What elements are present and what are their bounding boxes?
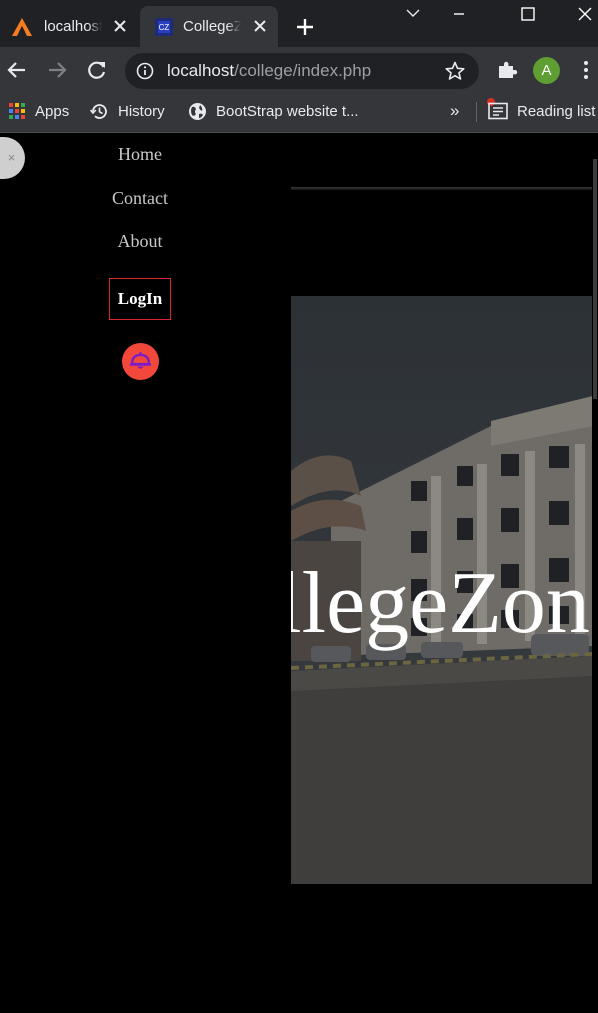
tab-search-icon[interactable] [390,0,436,30]
tab-title: CollegeZone [183,18,241,35]
browser-toolbar: localhost/college/index.php A [0,47,598,94]
bell-icon [130,352,151,369]
hero-banner: CollegeZone [291,296,593,884]
cz-icon: CZ [155,18,173,36]
bookmarks-overflow-button[interactable]: » [450,94,459,128]
close-icon[interactable] [112,18,128,34]
bookmark-star-icon[interactable] [445,61,465,81]
address-bar[interactable]: localhost/college/index.php [125,53,479,89]
url-host: localhost [167,61,235,80]
nav-link-about[interactable]: About [0,231,280,252]
tab-title: localhost [44,18,102,35]
tab-strip: localhost CZ CollegeZone [0,0,598,47]
tab-collegezone[interactable]: CZ CollegeZone [140,6,278,47]
profile-avatar[interactable]: A [533,57,560,84]
bookmark-bootstrap[interactable]: BootStrap website t... [188,94,359,128]
url-path: /college/index.php [234,61,372,80]
bookmarks-divider [476,102,477,122]
navbar-underline [291,187,593,190]
bookmark-label: History [118,102,165,120]
new-tab-icon[interactable] [295,17,315,37]
bookmarks-bar: Apps History BootStrap website t... » Re… [0,94,598,133]
xampp-icon [12,18,32,36]
nav-link-home[interactable]: Home [0,144,280,165]
login-button[interactable]: LogIn [109,278,171,320]
minimize-icon[interactable] [436,0,482,30]
side-navigation: × Home Contact About LogIn [0,134,291,1013]
more-vert-icon[interactable] [578,59,594,81]
url-text[interactable]: localhost/college/index.php [167,61,371,81]
history-icon [90,103,107,119]
bookmark-history[interactable]: History [90,94,165,128]
reading-list-icon [488,102,508,120]
notification-bell-button[interactable] [122,343,159,380]
bookmark-label: Apps [35,102,70,120]
reading-list-label: Reading list [517,102,596,120]
scrollbar-thumb[interactable] [593,159,597,399]
bookmark-label: BootStrap website t... [216,102,359,120]
apps-grid-icon [9,103,25,119]
bookmark-apps[interactable]: Apps [8,94,69,128]
extensions-puzzle-icon[interactable] [496,59,518,81]
window-close-icon[interactable] [562,0,598,30]
page-viewport: CollegeZone × Home Contact About LogIn [0,134,598,1013]
maximize-icon[interactable] [505,0,551,30]
page-scrollbar[interactable] [592,134,598,1013]
globe-icon [189,102,206,120]
reading-list-button[interactable]: Reading list [488,94,595,128]
tab-localhost[interactable]: localhost [0,6,138,47]
back-arrow-icon[interactable] [6,59,28,81]
hero-title: CollegeZone [291,555,593,652]
close-icon[interactable] [252,18,268,34]
forward-arrow-icon[interactable] [46,59,68,81]
svg-text:CZ: CZ [159,23,170,32]
nav-link-contact[interactable]: Contact [0,188,280,209]
site-info-icon[interactable] [136,62,154,80]
reload-icon[interactable] [86,59,108,81]
